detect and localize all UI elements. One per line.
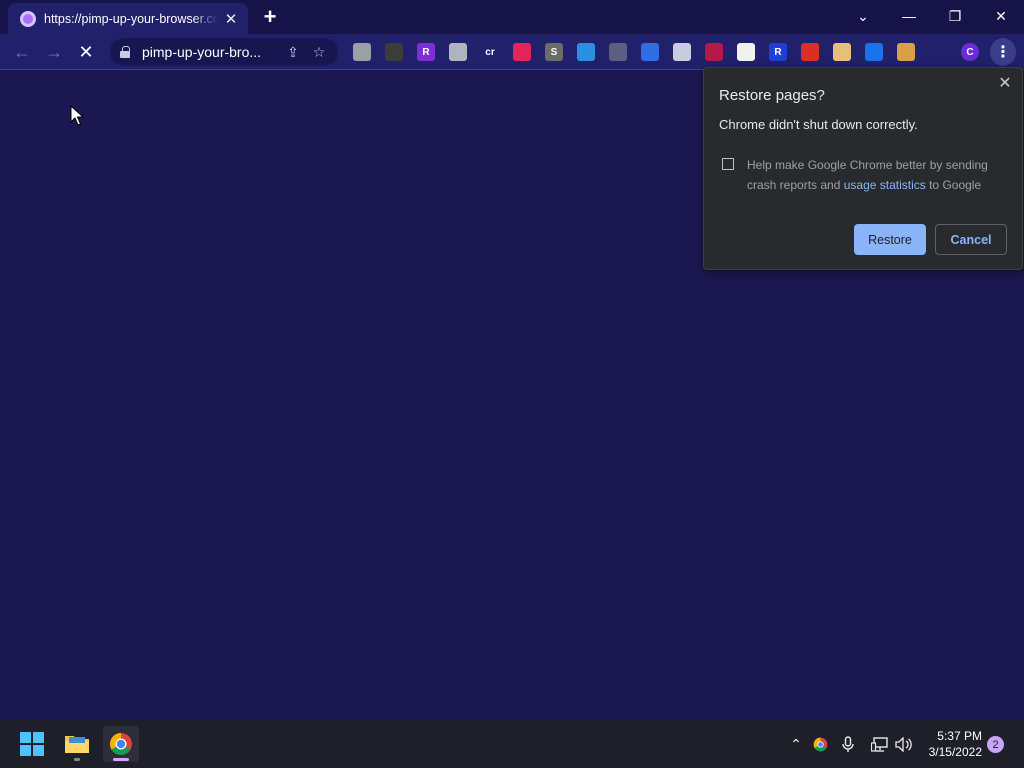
cursor-extension-icon[interactable] — [513, 43, 531, 61]
video-extension-icon[interactable] — [801, 43, 819, 61]
cancel-button[interactable]: Cancel — [935, 224, 1007, 255]
r-blue-extension-icon[interactable]: R — [769, 43, 787, 61]
network-icon[interactable] — [870, 732, 890, 756]
system-clock[interactable]: 5:37 PM 3/15/2022 — [920, 728, 982, 760]
tab-close-icon[interactable]: ✕ — [222, 10, 240, 28]
r-letter-extension-icon[interactable]: R — [417, 43, 435, 61]
play-extension-icon[interactable] — [865, 43, 883, 61]
notification-badge[interactable]: 2 — [987, 736, 1004, 753]
chrome-taskbar-button[interactable] — [103, 726, 139, 762]
site-favicon-icon — [20, 10, 36, 27]
puzzle-extension-icon[interactable] — [929, 43, 947, 61]
pig-extension-icon[interactable] — [833, 43, 851, 61]
bookmark-star-icon[interactable]: ☆ — [308, 41, 330, 63]
file-explorer-button[interactable] — [59, 726, 95, 762]
dialog-message: Chrome didn't shut down correctly. — [719, 117, 918, 132]
cloud-extension-icon[interactable] — [449, 43, 467, 61]
grid-extension-icon[interactable] — [641, 43, 659, 61]
usage-statistics-link[interactable]: usage statistics — [844, 178, 926, 192]
minimize-button[interactable]: — — [886, 0, 932, 32]
clock-time: 5:37 PM — [937, 729, 982, 743]
folder-icon — [65, 736, 89, 753]
s-extension-icon[interactable]: S — [545, 43, 563, 61]
dark-leaf-extension-icon[interactable] — [385, 43, 403, 61]
chrome-menu-button[interactable]: ⋮ — [990, 38, 1016, 66]
mouse-cursor-icon — [70, 104, 85, 131]
cr-extension-icon[interactable]: cr — [481, 43, 499, 61]
crash-report-checkbox[interactable] — [722, 158, 734, 170]
tab-active[interactable]: https://pimp-up-your-browser.com ✕ — [8, 3, 248, 34]
edge-extension-icon[interactable] — [577, 43, 595, 61]
restore-button[interactable]: Restore — [854, 224, 926, 255]
rounded-square-extension-icon[interactable] — [353, 43, 371, 61]
paw-extension-icon[interactable] — [609, 43, 627, 61]
crash-report-label: Help make Google Chrome better by sendin… — [747, 155, 1007, 195]
close-window-button[interactable]: ✕ — [978, 0, 1024, 32]
address-bar[interactable]: pimp-up-your-bro... ⇪ ☆ — [110, 38, 338, 66]
tab-title: https://pimp-up-your-browser.com — [44, 11, 218, 26]
taskbar: ⌃ 5:37 PM 3/15/2022 2 — [0, 720, 1024, 768]
restore-pages-dialog: ✕ Restore pages? Chrome didn't shut down… — [703, 67, 1023, 270]
url-text[interactable]: pimp-up-your-bro... — [142, 44, 278, 60]
circle-extension-icon[interactable] — [673, 43, 691, 61]
back-button[interactable]: ← — [9, 39, 35, 65]
forward-button[interactable]: → — [41, 39, 67, 65]
show-hidden-icons-button[interactable]: ⌃ — [786, 732, 806, 756]
crash-report-text-2: to Google — [925, 178, 982, 192]
clock-date: 3/15/2022 — [928, 745, 982, 759]
app-indicator — [74, 758, 80, 761]
volume-icon[interactable] — [894, 732, 914, 756]
chrome-icon — [110, 733, 132, 755]
new-tab-button[interactable]: + — [258, 4, 282, 29]
start-button[interactable] — [14, 726, 50, 762]
restore-window-button[interactable]: ❐ — [932, 0, 978, 32]
windows-logo-icon — [20, 732, 44, 756]
tab-strip: https://pimp-up-your-browser.com ✕ + ⌄ —… — [0, 0, 1024, 34]
profile-avatar-icon[interactable]: C — [961, 43, 979, 61]
crimson-extension-icon[interactable] — [705, 43, 723, 61]
share-icon[interactable]: ⇪ — [282, 41, 304, 63]
monkey-extension-icon[interactable] — [897, 43, 915, 61]
diamond-extension-icon[interactable] — [737, 43, 755, 61]
toolbar: ← → ✕ pimp-up-your-bro... ⇪ ☆ Rcr S R C ⋮ — [0, 34, 1024, 70]
dialog-title: Restore pages? — [719, 87, 825, 104]
microphone-icon[interactable] — [838, 732, 858, 756]
dialog-close-icon[interactable]: ✕ — [996, 74, 1014, 92]
stop-loading-button[interactable]: ✕ — [73, 39, 99, 65]
app-indicator — [113, 758, 129, 761]
lock-icon[interactable] — [120, 46, 130, 58]
tab-search-button[interactable]: ⌄ — [840, 0, 886, 32]
chrome-tray-icon[interactable] — [810, 732, 830, 756]
